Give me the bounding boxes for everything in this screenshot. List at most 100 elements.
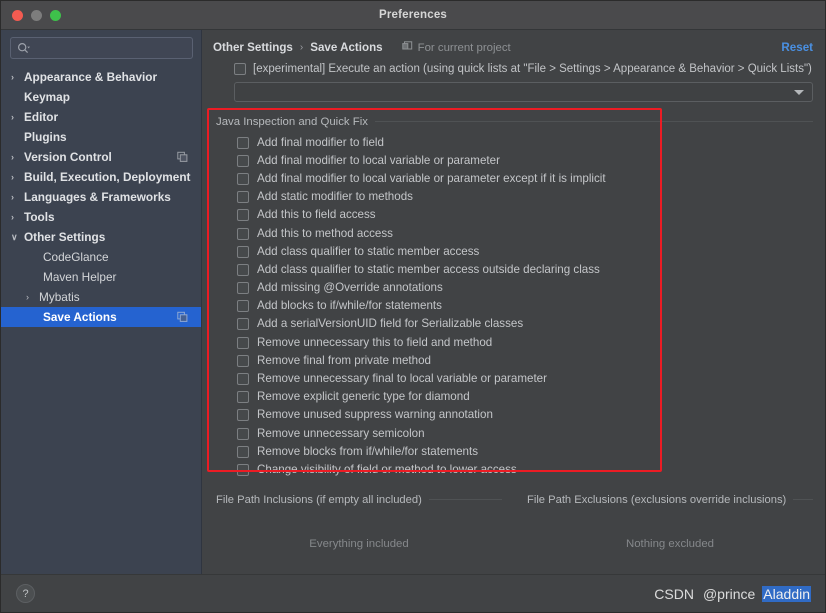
chevron-right-icon[interactable]: › [11, 152, 24, 162]
checkbox[interactable] [237, 172, 249, 185]
exclusions-empty-text[interactable]: Nothing excluded [527, 507, 813, 574]
group-header: Java Inspection and Quick Fix [213, 114, 813, 129]
checkbox[interactable] [237, 154, 249, 167]
checkbox[interactable] [237, 263, 249, 276]
chevron-right-icon[interactable]: › [26, 292, 39, 302]
help-button[interactable]: ? [16, 584, 35, 603]
sidebar-item-keymap[interactable]: Keymap [1, 87, 201, 107]
sidebar-item-label: Keymap [24, 90, 70, 104]
sidebar-item-languages-frameworks[interactable]: › Languages & Frameworks [1, 187, 201, 207]
experimental-checkbox[interactable] [234, 63, 246, 75]
inspection-checkbox-row[interactable]: Add this to field access [237, 206, 813, 224]
chevron-right-icon[interactable]: › [11, 172, 24, 182]
inspection-checkbox-row[interactable]: Remove blocks from if/while/for statemen… [237, 442, 813, 460]
sidebar-item-label: Other Settings [24, 230, 106, 244]
inspection-checkbox-row[interactable]: Add final modifier to local variable or … [237, 169, 813, 187]
checkbox[interactable] [237, 391, 249, 404]
inspection-checkbox-row[interactable]: Add final modifier to field [237, 133, 813, 151]
inspection-checkbox-row[interactable]: Add static modifier to methods [237, 188, 813, 206]
inspection-checkbox-row[interactable]: Add class qualifier to static member acc… [237, 260, 813, 278]
checkbox-label: Add final modifier to local variable or … [257, 153, 500, 167]
inspection-checkbox-row[interactable]: Remove unnecessary final to local variab… [237, 369, 813, 387]
sidebar-item-save-actions[interactable]: Save Actions [1, 307, 201, 327]
inclusions-empty-text[interactable]: Everything included [216, 507, 502, 574]
search-input[interactable] [10, 37, 193, 59]
checkbox[interactable] [237, 427, 249, 440]
inspection-checkbox-row[interactable]: Remove explicit generic type for diamond [237, 388, 813, 406]
reset-link[interactable]: Reset [781, 41, 813, 54]
checkbox-label: Add this to field access [257, 208, 376, 222]
breadcrumb-root[interactable]: Other Settings [213, 41, 293, 54]
inspection-checkbox-row[interactable]: Add blocks to if/while/for statements [237, 297, 813, 315]
sidebar-item-other-settings[interactable]: ∨ Other Settings [1, 227, 201, 247]
checkbox-label: Remove explicit generic type for diamond [257, 390, 470, 404]
experimental-label: [experimental] Execute an action (using … [253, 63, 812, 75]
checkbox[interactable] [237, 354, 249, 367]
checkbox[interactable] [237, 318, 249, 331]
watermark-highlight: Aladdin [762, 585, 811, 602]
checkbox[interactable] [237, 245, 249, 258]
inspection-checkbox-row[interactable]: Remove unnecessary this to field and met… [237, 333, 813, 351]
settings-tree[interactable]: › Appearance & Behavior Keymap › Editor Plugi… [1, 65, 201, 574]
breadcrumb: Other Settings › Save Actions For curren… [213, 39, 813, 56]
sidebar-item-label: CodeGlance [43, 250, 109, 264]
sidebar-item-build-execution-deployment[interactable]: › Build, Execution, Deployment [1, 167, 201, 187]
chevron-right-icon[interactable]: › [11, 192, 24, 202]
sidebar-item-tools[interactable]: › Tools [1, 207, 201, 227]
checkbox-label: Change visibility of field or method to … [257, 462, 517, 476]
sidebar-item-codeglance[interactable]: CodeGlance [1, 247, 201, 267]
chevron-down-icon[interactable]: ∨ [11, 232, 24, 243]
inspection-checkbox-row[interactable]: Add missing @Override annotations [237, 279, 813, 297]
inspection-checkbox-row[interactable]: Add this to method access [237, 224, 813, 242]
inclusions-divider [428, 499, 502, 501]
sidebar-item-plugins[interactable]: Plugins [1, 127, 201, 147]
chevron-right-icon[interactable]: › [11, 212, 24, 222]
project-scope-icon [401, 40, 413, 55]
checkbox[interactable] [237, 209, 249, 222]
for-current-project-label: For current project [417, 41, 511, 54]
copy-icon [177, 311, 188, 323]
chevron-right-icon[interactable]: › [11, 72, 24, 82]
checkbox-label: Remove final from private method [257, 353, 431, 367]
checkbox[interactable] [237, 445, 249, 458]
breadcrumb-separator-icon: › [299, 42, 304, 53]
checkbox[interactable] [237, 282, 249, 295]
checkbox-label: Add blocks to if/while/for statements [257, 299, 442, 313]
quick-list-combobox[interactable] [234, 82, 813, 102]
inspection-checkbox-row[interactable]: Remove unused suppress warning annotatio… [237, 406, 813, 424]
inspection-checkbox-list[interactable]: Add final modifier to field Add final mod… [213, 129, 813, 479]
sidebar-item-version-control[interactable]: › Version Control [1, 147, 201, 167]
sidebar-item-label: Languages & Frameworks [24, 190, 171, 204]
title-bar: Preferences [1, 1, 825, 30]
checkbox-label: Remove unnecessary final to local variab… [257, 372, 547, 386]
inspection-checkbox-row[interactable]: Add final modifier to local variable or … [237, 151, 813, 169]
inspection-checkbox-row[interactable]: Change visibility of field or method to … [237, 460, 813, 478]
inspection-checkbox-row[interactable]: Remove unnecessary semicolon [237, 424, 813, 442]
inspection-checkbox-row[interactable]: Add a serialVersionUID field for Seriali… [237, 315, 813, 333]
checkbox[interactable] [237, 191, 249, 204]
sidebar-item-editor[interactable]: › Editor [1, 107, 201, 127]
settings-content: Other Settings › Save Actions For curren… [202, 30, 825, 574]
checkbox[interactable] [237, 409, 249, 422]
checkbox-label: Add class qualifier to static member acc… [257, 244, 480, 258]
checkbox[interactable] [237, 463, 249, 476]
checkbox-label: Remove unnecessary semicolon [257, 426, 425, 440]
settings-sidebar: › Appearance & Behavior Keymap › Editor Plugi… [1, 30, 202, 574]
checkbox[interactable] [237, 227, 249, 240]
group-divider [374, 121, 813, 122]
sidebar-item-maven-helper[interactable]: Maven Helper [1, 267, 201, 287]
chevron-right-icon[interactable]: › [11, 112, 24, 122]
checkbox-label: Add missing @Override annotations [257, 281, 443, 295]
checkbox[interactable] [237, 136, 249, 149]
checkbox[interactable] [237, 336, 249, 349]
checkbox-label: Remove unused suppress warning annotatio… [257, 408, 493, 422]
inspection-checkbox-row[interactable]: Add class qualifier to static member acc… [237, 242, 813, 260]
sidebar-item-mybatis[interactable]: › Mybatis [1, 287, 201, 307]
group-title: Java Inspection and Quick Fix [216, 115, 368, 128]
sidebar-item-appearance-behavior[interactable]: › Appearance & Behavior [1, 67, 201, 87]
inspection-checkbox-row[interactable]: Remove final from private method [237, 351, 813, 369]
checkbox[interactable] [237, 373, 249, 386]
checkbox[interactable] [237, 300, 249, 313]
file-path-panes: File Path Inclusions (if empty all inclu… [213, 493, 813, 574]
file-path-inclusions-pane: File Path Inclusions (if empty all inclu… [216, 493, 502, 574]
